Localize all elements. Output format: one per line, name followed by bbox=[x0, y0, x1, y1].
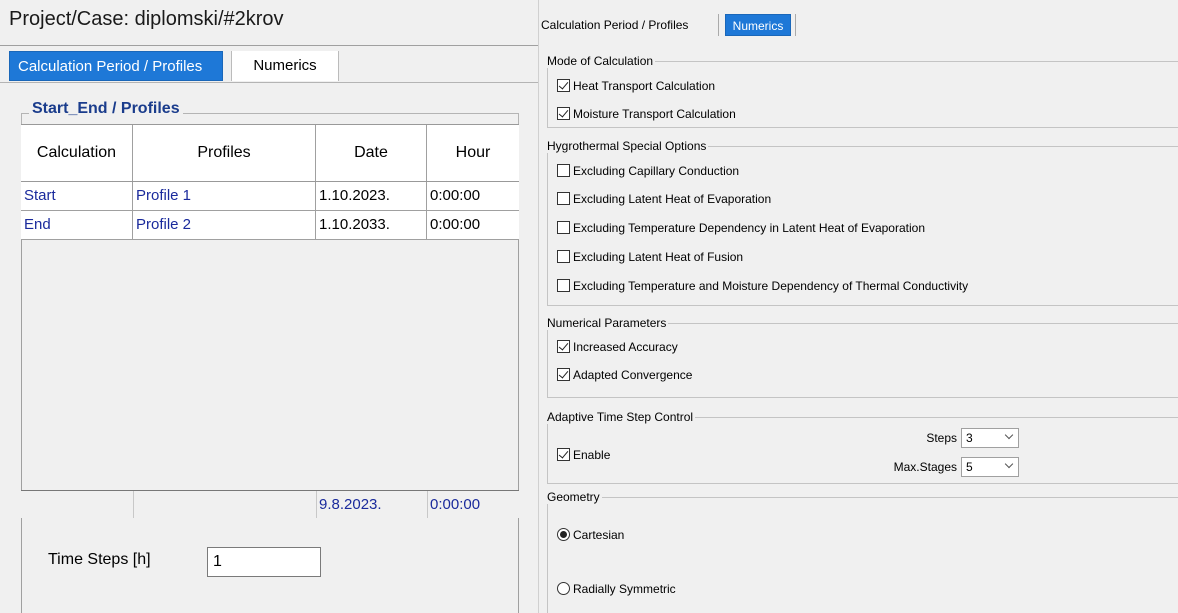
checkbox-unchecked-icon[interactable] bbox=[557, 221, 570, 234]
date-cell[interactable]: 1.10.2023. bbox=[316, 182, 427, 210]
checkbox-unchecked-icon[interactable] bbox=[557, 164, 570, 177]
group-legend: Adaptive Time Step Control bbox=[547, 410, 696, 424]
checkbox-label: Increased Accuracy bbox=[573, 340, 678, 354]
checkbox-unchecked-icon[interactable] bbox=[557, 279, 570, 292]
excluding-latent-heat-evaporation-checkbox[interactable]: Excluding Latent Heat of Evaporation bbox=[557, 191, 771, 207]
column-header-date[interactable]: Date bbox=[316, 125, 427, 181]
checkbox-label: Adapted Convergence bbox=[573, 368, 693, 382]
excluding-thermal-conductivity-dependency-checkbox[interactable]: Excluding Temperature and Moisture Depen… bbox=[557, 278, 968, 294]
time-steps-label: Time Steps [h] bbox=[48, 551, 151, 568]
calculation-cell[interactable]: End bbox=[21, 211, 133, 239]
footer-date: 9.8.2023. bbox=[319, 496, 382, 513]
checkbox-label: Enable bbox=[573, 448, 611, 462]
divider bbox=[0, 45, 538, 46]
checkbox-checked-icon[interactable] bbox=[557, 448, 570, 461]
group-legend: Mode of Calculation bbox=[547, 54, 656, 68]
checkbox-label: Heat Transport Calculation bbox=[573, 79, 716, 93]
column-header-calculation[interactable]: Calculation bbox=[21, 125, 133, 181]
table-footer-row: 9.8.2023. 0:00:00 bbox=[21, 490, 519, 518]
checkbox-label: Excluding Latent Heat of Evaporation bbox=[573, 192, 772, 206]
group-title: Start_End / Profiles bbox=[29, 100, 183, 118]
checkbox-label: Excluding Latent Heat of Fusion bbox=[573, 250, 744, 264]
table-row[interactable]: Start Profile 1 1.10.2023. 0:00:00 bbox=[21, 182, 519, 211]
profile-cell[interactable]: Profile 2 bbox=[133, 211, 316, 239]
adapted-convergence-checkbox[interactable]: Adapted Convergence bbox=[557, 367, 692, 383]
table-header: Calculation Profiles Date Hour bbox=[21, 124, 519, 182]
checkbox-label: Excluding Temperature and Moisture Depen… bbox=[573, 279, 969, 293]
increased-accuracy-checkbox[interactable]: Increased Accuracy bbox=[557, 339, 678, 355]
checkbox-checked-icon[interactable] bbox=[557, 107, 570, 120]
checkbox-label: Excluding Capillary Conduction bbox=[573, 164, 740, 178]
checkbox-unchecked-icon[interactable] bbox=[557, 250, 570, 263]
radio-unselected-icon[interactable] bbox=[557, 582, 570, 595]
radially-symmetric-radio[interactable]: Radially Symmetric bbox=[557, 581, 676, 597]
title-bar: Project/Case: diplomski/#2krov bbox=[0, 0, 538, 38]
divider bbox=[0, 82, 538, 83]
divider bbox=[795, 14, 796, 36]
excluding-capillary-conduction-checkbox[interactable]: Excluding Capillary Conduction bbox=[557, 163, 739, 179]
group-legend: Geometry bbox=[547, 490, 602, 504]
chevron-down-icon bbox=[1004, 459, 1014, 469]
calculation-cell[interactable]: Start bbox=[21, 182, 133, 210]
tab-numerics[interactable]: Numerics bbox=[725, 14, 791, 36]
steps-select[interactable]: 3 bbox=[961, 428, 1019, 448]
hour-cell[interactable]: 0:00:00 bbox=[427, 182, 519, 210]
tab-numerics[interactable]: Numerics bbox=[231, 51, 339, 81]
cartesian-radio[interactable]: Cartesian bbox=[557, 527, 624, 543]
table-row[interactable]: End Profile 2 1.10.2033. 0:00:00 bbox=[21, 211, 519, 240]
heat-transport-checkbox[interactable]: Heat Transport Calculation bbox=[557, 78, 715, 94]
steps-label: Steps bbox=[926, 431, 957, 445]
chevron-down-icon bbox=[1004, 430, 1014, 440]
column-header-profiles[interactable]: Profiles bbox=[133, 125, 316, 181]
checkbox-label: Excluding Temperature Dependency in Late… bbox=[573, 221, 926, 235]
excluding-temperature-dependency-checkbox[interactable]: Excluding Temperature Dependency in Late… bbox=[557, 220, 925, 236]
checkbox-checked-icon[interactable] bbox=[557, 368, 570, 381]
hour-cell[interactable]: 0:00:00 bbox=[427, 211, 519, 239]
max-stages-value: 5 bbox=[966, 460, 973, 474]
divider bbox=[133, 491, 134, 518]
radio-label: Cartesian bbox=[573, 528, 625, 542]
checkbox-checked-icon[interactable] bbox=[557, 340, 570, 353]
tab-calculation-period-profiles[interactable]: Calculation Period / Profiles bbox=[9, 51, 223, 81]
steps-value: 3 bbox=[966, 431, 973, 445]
tab-calculation-period-profiles[interactable]: Calculation Period / Profiles bbox=[539, 14, 719, 36]
group-legend: Hygrothermal Special Options bbox=[547, 139, 709, 153]
max-stages-label: Max.Stages bbox=[893, 460, 957, 474]
excluding-latent-heat-fusion-checkbox[interactable]: Excluding Latent Heat of Fusion bbox=[557, 249, 743, 265]
numerics-panel: Calculation Period / Profiles Numerics M… bbox=[538, 0, 1178, 613]
profile-cell[interactable]: Profile 1 bbox=[133, 182, 316, 210]
checkbox-unchecked-icon[interactable] bbox=[557, 192, 570, 205]
group-legend: Numerical Parameters bbox=[547, 316, 669, 330]
calculation-period-panel: Project/Case: diplomski/#2krov Calculati… bbox=[0, 0, 538, 613]
enable-checkbox[interactable]: Enable bbox=[557, 447, 610, 463]
time-steps-input[interactable]: 1 bbox=[207, 547, 321, 577]
checkbox-checked-icon[interactable] bbox=[557, 79, 570, 92]
moisture-transport-checkbox[interactable]: Moisture Transport Calculation bbox=[557, 106, 736, 122]
date-cell[interactable]: 1.10.2033. bbox=[316, 211, 427, 239]
radio-label: Radially Symmetric bbox=[573, 582, 676, 596]
checkbox-label: Moisture Transport Calculation bbox=[573, 107, 736, 121]
radio-selected-icon[interactable] bbox=[557, 528, 570, 541]
numerical-parameters-group bbox=[547, 323, 1178, 398]
max-stages-select[interactable]: 5 bbox=[961, 457, 1019, 477]
footer-hour: 0:00:00 bbox=[430, 496, 481, 513]
column-header-hour[interactable]: Hour bbox=[427, 125, 519, 181]
project-case-title: Project/Case: diplomski/#2krov bbox=[9, 8, 284, 30]
